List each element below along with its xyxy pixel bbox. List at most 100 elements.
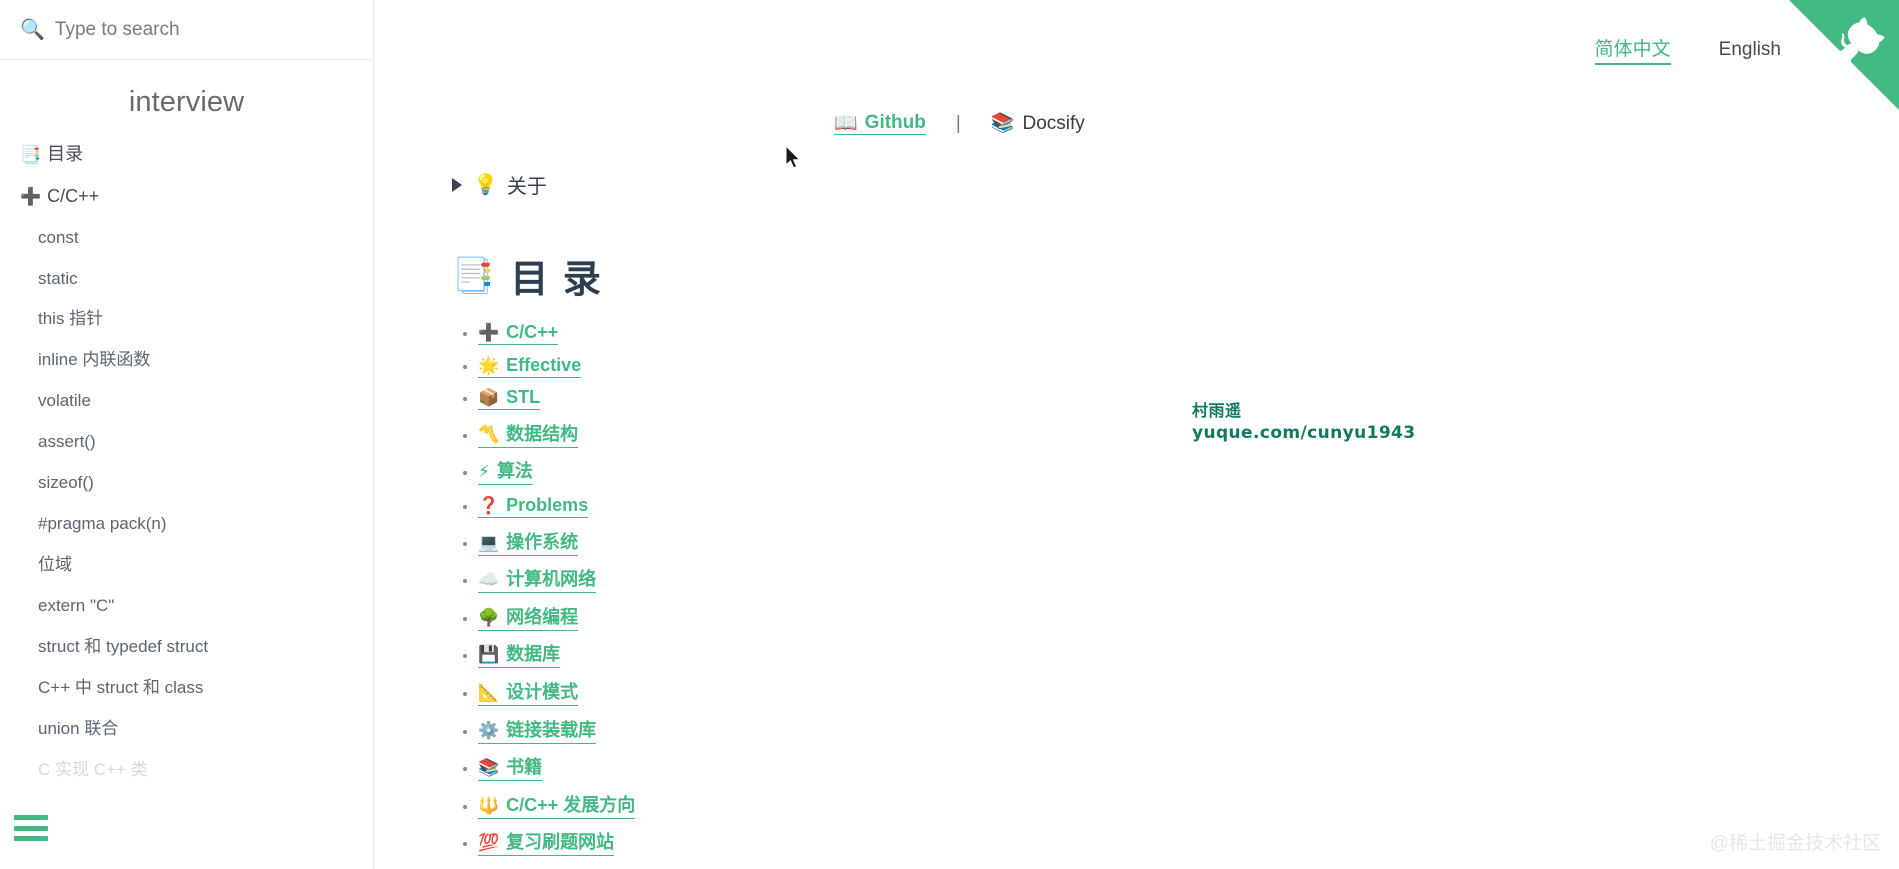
list-item: 💻 操作系统 — [478, 528, 635, 556]
star-icon: 🌟 — [478, 355, 500, 375]
sidebar-item-static[interactable]: static — [0, 259, 373, 300]
toc-label: 算法 — [496, 461, 533, 482]
sidebar: 🔍 interview 📑 目录 ➕C/C++ const static — [0, 0, 374, 869]
github-link[interactable]: 📖 Github — [834, 112, 926, 135]
watermark-url: yuque.com/cunyu1943 — [1192, 423, 1416, 444]
sidebar-item-const[interactable]: const — [0, 218, 373, 259]
search-input[interactable] — [54, 18, 353, 41]
about-summary[interactable]: 💡 关于 — [452, 170, 547, 199]
hamburger-bar — [14, 825, 48, 831]
sidebar-link-static[interactable]: static — [0, 259, 373, 300]
watermark-center: 村雨遥 yuque.com/cunyu1943 — [1192, 400, 1416, 446]
toc-link-data-structure[interactable]: 〽️ 数据结构 — [478, 420, 579, 448]
list-item: 💾 数据库 — [478, 640, 635, 669]
plus-icon: ➕ — [20, 187, 42, 207]
sidebar-item-cpp[interactable]: ➕ C/C++ — [0, 175, 373, 217]
sidebar-link-const[interactable]: const — [0, 218, 373, 259]
sidebar-item-mulu[interactable]: 📑 目录 — [0, 133, 373, 175]
toc-label: Problems — [506, 494, 589, 515]
toc-label: 书籍 — [506, 757, 543, 778]
hamburger-bar — [14, 815, 48, 820]
sidebar-link-assert[interactable]: assert() — [0, 422, 373, 463]
sidebar-item-union[interactable]: union 联合 — [0, 709, 373, 750]
hundred-points-icon: 💯 — [478, 833, 500, 853]
page-icon: 📑 — [20, 145, 42, 164]
laptop-icon: 💻 — [478, 532, 500, 552]
search-box[interactable]: 🔍 — [0, 0, 373, 60]
about-summary-label: 关于 — [506, 176, 547, 198]
ruler-icon: 📐 — [478, 682, 500, 702]
toc-link-network-programming[interactable]: 🌳 网络编程 — [478, 603, 579, 631]
sidebar-item-struct-class[interactable]: C++ 中 struct 和 class — [0, 668, 373, 709]
sidebar-item-c-implements-cpp-class[interactable]: C 实现 C++ 类 — [0, 750, 373, 791]
toc-link-career-direction[interactable]: 🔱 C/C++ 发展方向 — [478, 791, 636, 819]
search-icon: 🔍 — [20, 18, 45, 41]
sidebar-toggle-button[interactable] — [14, 815, 48, 841]
toc-link-stl[interactable]: 📦 STL — [478, 387, 541, 411]
sidebar-link-this-pointer[interactable]: this 指针 — [0, 299, 373, 340]
toc-label: 操作系统 — [506, 531, 579, 552]
sidebar-link-struct-typedef[interactable]: struct 和 typedef struct — [0, 627, 373, 668]
sidebar-link-struct-class[interactable]: C++ 中 struct 和 class — [0, 668, 373, 709]
sidebar-item-volatile[interactable]: volatile — [0, 381, 373, 422]
toc-list: ➕ C/C++ 🌟 Effective 📦 STL 〽️ 数据结构 ⚡ 算法 ❓ Probl… — [452, 322, 636, 869]
docsify-app: 🔍 interview 📑目录 ➕C/C++ const static — [0, 0, 1899, 869]
toc-link-design-patterns[interactable]: 📐 设计模式 — [478, 678, 579, 706]
github-corner-link[interactable] — [1789, 0, 1899, 110]
cloud-icon: ☁️ — [478, 570, 500, 590]
sidebar-item-bitfield[interactable]: 位域 — [0, 545, 373, 586]
toc-link-practice-sites[interactable]: 💯 复习刷题网站 — [478, 828, 615, 857]
sidebar-item-pragma-pack[interactable]: #pragma pack(n) — [0, 504, 373, 545]
sidebar-item-struct-typedef[interactable]: struct 和 typedef struct — [0, 627, 373, 668]
list-item: ➕ C/C++ — [478, 322, 635, 345]
chart-icon: 〽️ — [478, 424, 500, 444]
sidebar-link-volatile[interactable]: volatile — [0, 381, 373, 422]
about-details[interactable]: 💡 关于 — [452, 170, 547, 199]
toc-label: 网络编程 — [506, 606, 579, 627]
open-book-icon: 📖 — [834, 112, 858, 134]
toc-link-database[interactable]: 💾 数据库 — [478, 640, 561, 669]
github-link-label: Github — [864, 112, 926, 133]
toc-label: 数据结构 — [506, 423, 579, 444]
toc-link-os[interactable]: 💻 操作系统 — [478, 528, 579, 556]
sidebar-item-extern-c[interactable]: extern "C" — [0, 586, 373, 627]
toc-link-books[interactable]: 📚 书籍 — [478, 753, 543, 782]
toc-link-linker-loader[interactable]: ⚙️ 链接装载库 — [478, 716, 597, 744]
sidebar-link-cpp[interactable]: ➕ C/C++ — [0, 175, 373, 217]
lang-option-en[interactable]: English — [1719, 39, 1781, 63]
list-item: ⚙️ 链接装载库 — [478, 716, 635, 744]
docsify-link[interactable]: 📚 Docsify — [991, 113, 1085, 135]
toc-label: C/C++ — [506, 322, 559, 342]
sidebar-link-mulu[interactable]: 📑 目录 — [0, 133, 373, 175]
sidebar-link-c-implements-cpp-class[interactable]: C 实现 C++ 类 — [0, 750, 373, 791]
list-item: 〽️ 数据结构 — [478, 420, 635, 448]
toc-link-network[interactable]: ☁️ 计算机网络 — [478, 565, 597, 594]
main-content: 简体中文 English 📖 Github | 📚 Docsify 💡 关于 📑… — [374, 0, 1899, 869]
sidebar-link-inline[interactable]: inline 内联函数 — [0, 340, 373, 381]
sidebar-link-bitfield[interactable]: 位域 — [0, 545, 373, 586]
sidebar-link-union[interactable]: union 联合 — [0, 709, 373, 750]
sidebar-link-pragma-pack[interactable]: #pragma pack(n) — [0, 504, 373, 545]
list-item: ⚡ 算法 — [478, 457, 635, 486]
list-item: ☁️ 计算机网络 — [478, 565, 635, 594]
sidebar-link-sizeof[interactable]: sizeof() — [0, 463, 373, 504]
sidebar-item-inline[interactable]: inline 内联函数 — [0, 340, 373, 381]
sidebar-item-sizeof[interactable]: sizeof() — [0, 463, 373, 504]
tree-icon: 🌳 — [478, 607, 500, 627]
toc-link-problems[interactable]: ❓ Problems — [478, 494, 589, 518]
toc-link-effective[interactable]: 🌟 Effective — [478, 355, 582, 378]
gear-icon: ⚙️ — [478, 720, 500, 740]
toc-link-algorithm[interactable]: ⚡ 算法 — [478, 457, 533, 486]
sidebar-link-extern-c[interactable]: extern "C" — [0, 586, 373, 627]
sidebar-item-this-pointer[interactable]: this 指针 — [0, 299, 373, 340]
lang-option-zh[interactable]: 简体中文 — [1594, 34, 1671, 65]
github-corner-icon — [1789, 0, 1899, 110]
toc-link-cpp[interactable]: ➕ C/C++ — [478, 322, 559, 345]
sidebar-item-label: C/C++ — [47, 186, 100, 207]
toc-label: 复习刷题网站 — [506, 832, 615, 853]
sidebar-item-assert[interactable]: assert() — [0, 422, 373, 463]
toc-label: 数据库 — [506, 644, 561, 665]
list-item: 🔱 C/C++ 发展方向 — [478, 791, 636, 819]
triangle-right-icon — [452, 177, 462, 192]
hamburger-bar — [14, 836, 48, 841]
